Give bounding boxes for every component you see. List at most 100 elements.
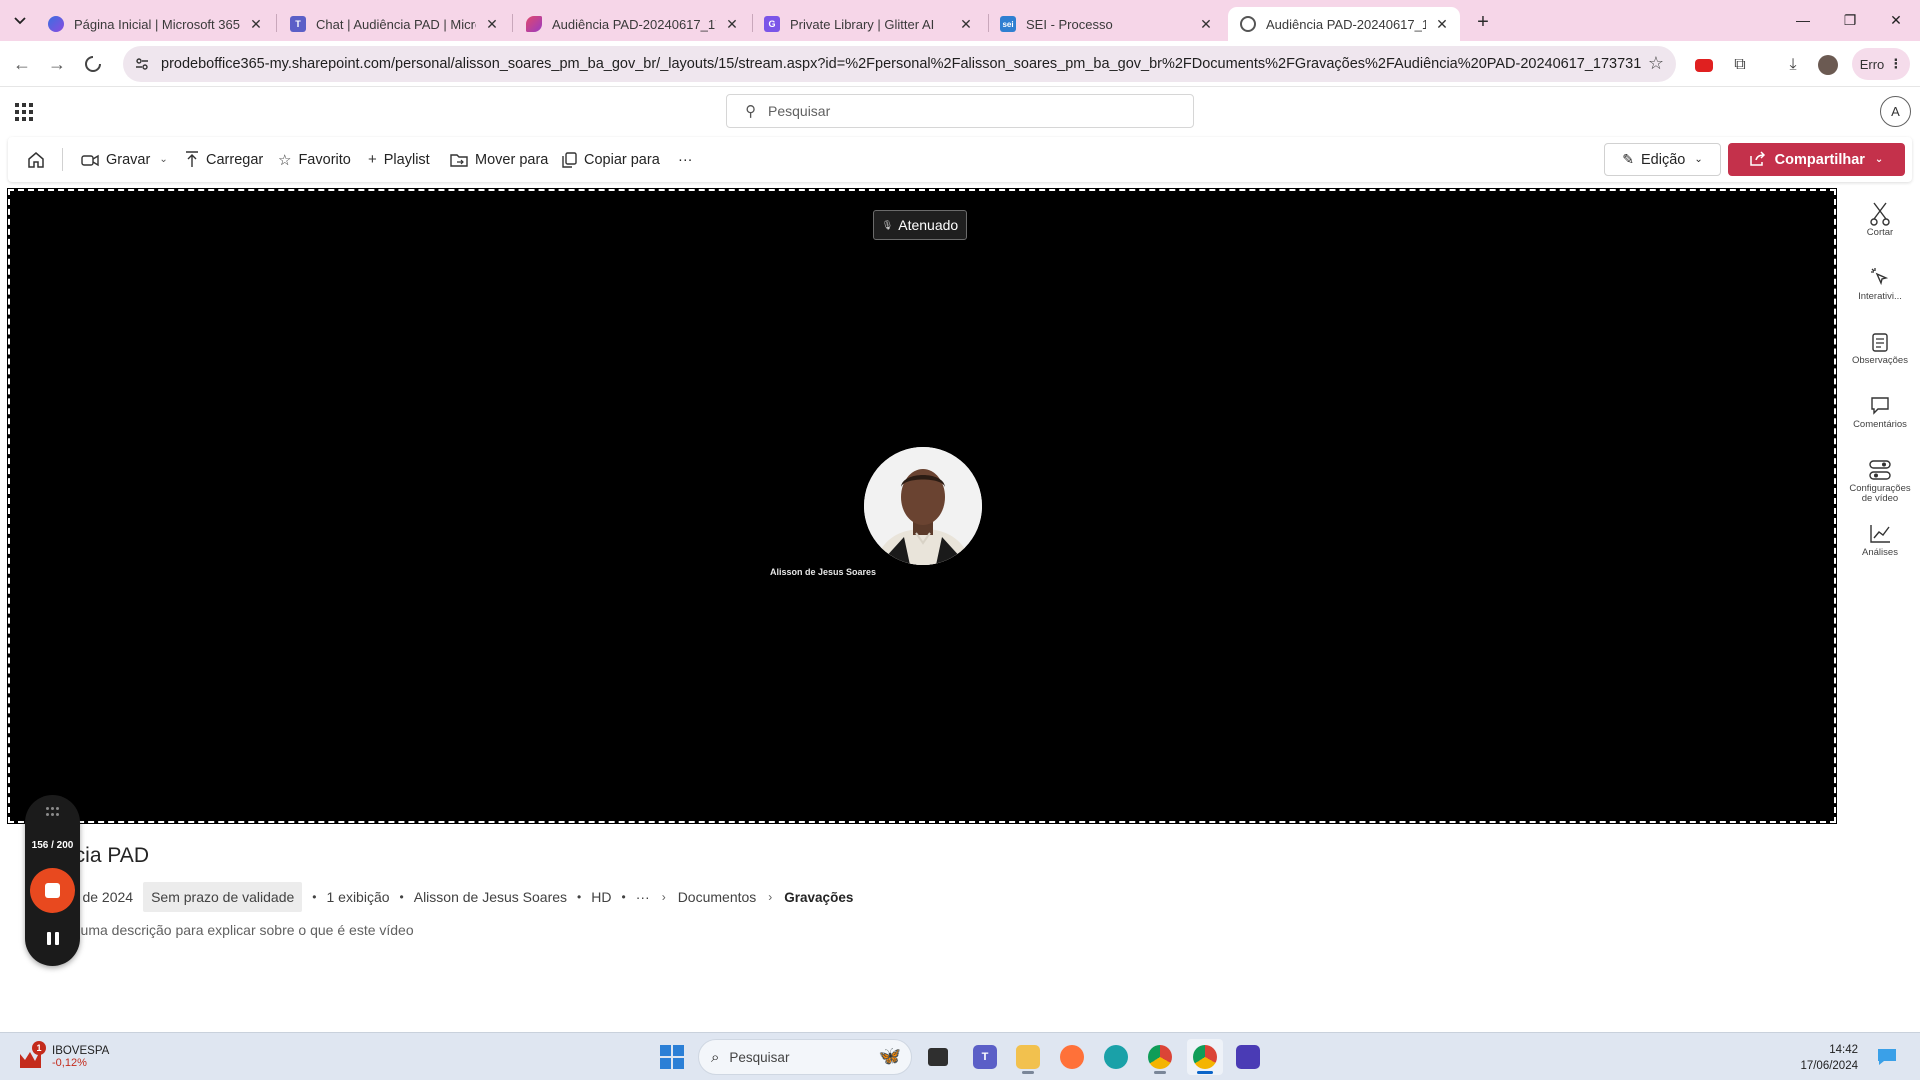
address-bar[interactable]: prodeboffice365-my.sharepoint.com/person… (123, 46, 1676, 82)
minimize-icon: — (1796, 12, 1810, 28)
task-view-icon (928, 1048, 948, 1066)
browser-tab-teams[interactable]: T Chat | Audiência PAD | Microsoft Teams… (278, 7, 510, 41)
notification-center-icon[interactable] (1875, 1045, 1899, 1069)
extensions-puzzle-icon[interactable]: ⧉ (1727, 52, 1753, 78)
participant-photo-icon (864, 447, 982, 565)
close-tab-icon[interactable]: ✕ (1434, 16, 1450, 32)
restore-button[interactable]: ❐ (1827, 0, 1873, 40)
more-commands-button[interactable]: ··· (678, 137, 693, 182)
app-launcher-icon[interactable] (12, 100, 36, 124)
edge-icon (1104, 1045, 1128, 1069)
pause-recording-button[interactable] (42, 927, 64, 949)
tab-search-button[interactable] (6, 8, 34, 34)
account-avatar[interactable]: A (1880, 96, 1911, 127)
profile-error-button[interactable]: Erro ⋮ (1852, 48, 1910, 80)
site-settings-icon[interactable] (129, 51, 155, 77)
downloads-icon[interactable]: ⤓ (1780, 52, 1806, 78)
comment-icon (1870, 392, 1890, 420)
extension-youtube-icon[interactable] (1691, 52, 1717, 78)
sharepoint-header: ⚲ A (0, 88, 1920, 135)
tab-separator (276, 14, 277, 32)
profile-photo-icon[interactable] (1815, 52, 1841, 78)
back-button[interactable]: ← (8, 50, 36, 78)
taskbar-app-teams[interactable]: T (967, 1039, 1003, 1075)
taskbar-app-firefox[interactable] (1054, 1039, 1090, 1075)
stream-icon (526, 16, 542, 32)
taskbar-app-edge[interactable] (1098, 1039, 1134, 1075)
browser-tab-sei[interactable]: sei SEI - Processo ✕ (988, 7, 1224, 41)
firefox-icon (1060, 1045, 1084, 1069)
pencil-icon: ✎ (1622, 151, 1634, 167)
bookmark-star-icon[interactable]: ☆ (1648, 53, 1664, 74)
description-placeholder[interactable]: r uma descrição para explicar sobre o qu… (72, 922, 414, 938)
teams-icon: T (973, 1045, 997, 1069)
edit-mode-button[interactable]: ✎ Edição ⌄ (1604, 143, 1721, 176)
browser-tab-glitter[interactable]: G Private Library | Glitter AI ✕ (752, 7, 984, 41)
rail-video-settings[interactable]: Configurações de vídeo (1840, 456, 1920, 518)
taskbar-app-taskview[interactable] (920, 1039, 956, 1075)
taskbar-search[interactable]: ⌕ Pesquisar 🦋 (698, 1039, 912, 1075)
playlist-button[interactable]: + Playlist (368, 137, 430, 182)
breadcrumb-documents[interactable]: Documentos (678, 889, 757, 905)
new-tab-button[interactable]: + (1470, 9, 1496, 35)
upload-button[interactable]: Carregar (185, 137, 263, 182)
rail-analytics[interactable]: Análises (1840, 520, 1920, 576)
folder-move-icon (450, 152, 468, 167)
search-box[interactable]: ⚲ (726, 94, 1194, 128)
drag-handle-icon[interactable] (46, 807, 60, 817)
taskbar-app-other[interactable] (1230, 1039, 1266, 1075)
rail-trim[interactable]: Cortar (1840, 200, 1920, 256)
minimize-button[interactable]: — (1780, 0, 1826, 40)
record-button[interactable]: Gravar ⌄ (81, 137, 168, 182)
home-button[interactable] (26, 137, 46, 182)
taskbar-app-chrome-profile[interactable] (1187, 1039, 1223, 1075)
taskbar-app-chrome[interactable] (1142, 1039, 1178, 1075)
system-clock[interactable]: 14:42 17/06/2024 (1788, 1042, 1858, 1074)
ticker-change: -0,12% (52, 1057, 87, 1069)
search-input[interactable] (768, 103, 1148, 119)
close-tab-icon[interactable]: ✕ (958, 16, 974, 32)
share-button[interactable]: Compartilhar ⌄ (1728, 143, 1905, 176)
screen-recorder-widget: 156 / 200 (25, 795, 80, 966)
glitter-icon: G (764, 16, 780, 32)
taskbar-app-explorer[interactable] (1010, 1039, 1046, 1075)
close-window-button[interactable]: ✕ (1873, 0, 1919, 40)
close-tab-icon[interactable]: ✕ (1198, 16, 1214, 32)
video-player[interactable]: 🎙 Atenuado Alisson de Jesus Soares (7, 188, 1837, 824)
forward-button[interactable]: → (43, 50, 71, 78)
ticker-widget[interactable]: 1 IBOVESPA -0,12% (18, 1039, 109, 1075)
recording-counter: 156 / 200 (31, 840, 74, 851)
teams-icon: T (290, 16, 306, 32)
plus-icon: + (1477, 10, 1489, 33)
scissors-icon (1869, 200, 1891, 228)
expiry-chip[interactable]: Sem prazo de validade (143, 882, 303, 912)
home-icon (28, 151, 44, 168)
windows-start-icon[interactable] (660, 1045, 684, 1069)
more-horizontal-icon: ··· (678, 151, 693, 168)
close-tab-icon[interactable]: ✕ (724, 16, 740, 32)
close-tab-icon[interactable]: ✕ (248, 16, 264, 32)
browser-tab-stream-active[interactable]: Audiência PAD-20240617_173731 ✕ (1228, 7, 1460, 41)
command-bar: Gravar ⌄ Carregar ☆ Favorito + Playlist … (8, 137, 1912, 182)
owner-name[interactable]: Alisson de Jesus Soares (414, 889, 567, 905)
close-tab-icon[interactable]: ✕ (484, 16, 500, 32)
browser-tab-stream-1[interactable]: Audiência PAD-20240617_173731 ✕ (514, 7, 750, 41)
plus-icon: + (368, 151, 377, 168)
stop-recording-button[interactable] (30, 868, 75, 913)
arrow-right-icon: → (48, 53, 66, 74)
copy-to-button[interactable]: Copiar para (562, 137, 660, 182)
breadcrumb-recordings[interactable]: Gravações (784, 890, 853, 905)
app-icon (1236, 1045, 1260, 1069)
rail-interactivity[interactable]: Interativi... (1840, 264, 1920, 320)
participant-name: Alisson de Jesus Soares (770, 567, 877, 577)
browser-tab-m365[interactable]: Página Inicial | Microsoft 365 ✕ (36, 7, 274, 41)
rail-comments[interactable]: Comentários (1840, 392, 1920, 448)
chevron-right-icon: › (661, 890, 666, 904)
favorite-button[interactable]: ☆ Favorito (278, 137, 351, 182)
rail-notes[interactable]: Observações (1840, 328, 1920, 384)
ticker-name: IBOVESPA (52, 1045, 110, 1057)
move-to-button[interactable]: Mover para (450, 137, 548, 182)
breadcrumb-more[interactable]: ··· (636, 889, 650, 905)
quality-label: HD (591, 889, 612, 905)
loading-stop-button[interactable] (79, 50, 107, 78)
